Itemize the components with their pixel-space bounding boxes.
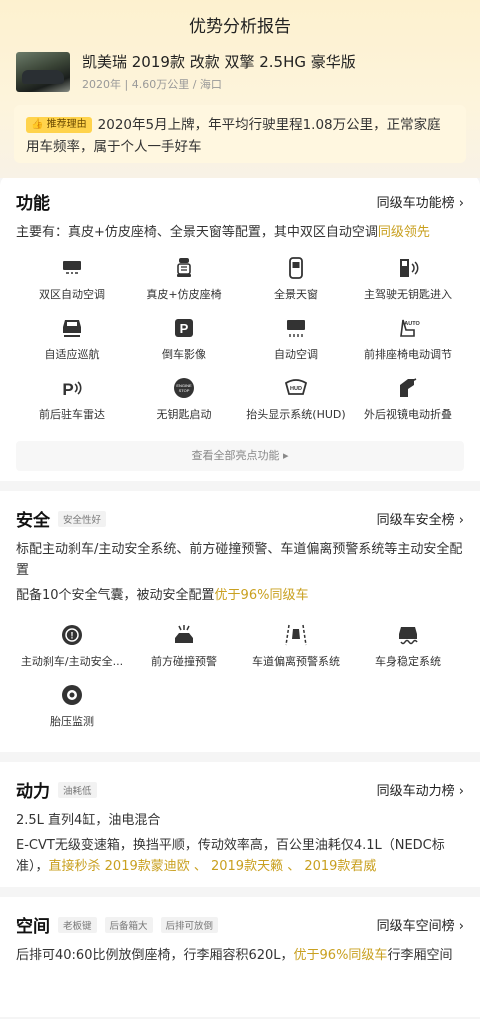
svg-text:AUTO: AUTO — [404, 321, 420, 327]
space-badge-3: 后排可放倒 — [160, 916, 219, 933]
safety-lane-departure[interactable]: 车道偏离预警系统 — [240, 622, 352, 682]
feature-adaptive-cruise[interactable]: 自适应巡航 — [16, 315, 128, 375]
feature-parking-radar[interactable]: P 前后驻车雷达 — [16, 375, 128, 435]
feature-keyless-entry[interactable]: 主驾驶无钥匙进入 — [352, 255, 464, 315]
power-title: 动力 — [16, 781, 50, 802]
safety-stability[interactable]: 车身稳定系统 — [352, 622, 464, 682]
space-section: 空间 老板键 后备箱大 后排可放倒 同级车空间榜 › 后排可40:60比例放倒座椅，行… — [0, 897, 480, 1017]
recommend-reason-tag: 👍 推荐理由 — [26, 117, 92, 133]
feature-seat[interactable]: 真皮+仿皮座椅 — [128, 255, 240, 315]
safety-brake[interactable]: ! 主动刹车/主动安全... — [16, 622, 128, 682]
auto-ac-icon — [283, 315, 309, 341]
lane-departure-icon — [283, 622, 309, 648]
svg-text:HUD: HUD — [290, 386, 302, 392]
svg-text:P: P — [180, 321, 189, 336]
mirror-fold-icon — [395, 375, 421, 401]
function-section: 功能 同级车功能榜 › 主要有：真皮+仿皮座椅、全景天窗等配置，其中双区自动空调… — [0, 174, 480, 481]
seat-icon — [171, 255, 197, 281]
view-all-features-button[interactable]: 查看全部亮点功能 ▸ — [16, 441, 464, 471]
space-badge-2: 后备箱大 — [104, 916, 153, 933]
power-desc-2: E-CVT无级变速箱，换挡平顺，传动效率高，百公里油耗仅4.1L（NEDC标准）… — [16, 838, 445, 874]
page-title: 优势分析报告 — [189, 17, 291, 37]
feature-auto-ac[interactable]: 自动空调 — [240, 315, 352, 375]
parking-radar-icon: P — [59, 375, 85, 401]
space-badge-1: 老板键 — [58, 916, 97, 933]
report-header: 优势分析报告 凯美瑞 2019款 改款 双擎 2.5HG 豪华版 2020年 |… — [0, 0, 480, 178]
safety-title: 安全 — [16, 510, 50, 531]
space-title: 空间 — [16, 916, 50, 937]
feature-hud[interactable]: HUD 抬头显示系统(HUD) — [240, 375, 352, 435]
collision-warning-icon — [171, 622, 197, 648]
car-name: 凯美瑞 2019款 改款 双擎 2.5HG 豪华版 — [82, 53, 356, 71]
svg-text:STOP: STOP — [179, 388, 190, 393]
power-rank-link[interactable]: 同级车动力榜 › — [377, 780, 464, 799]
safety-grid: ! 主动刹车/主动安全... 前方碰撞预警 车道偏离预警系统 车身稳定系统 胎压监… — [16, 622, 464, 742]
safety-tire-pressure[interactable]: 胎压监测 — [16, 682, 128, 742]
feature-sunroof[interactable]: 全景天窗 — [240, 255, 352, 315]
power-seat-icon: AUTO — [395, 315, 421, 341]
function-title: 功能 — [16, 193, 50, 214]
adaptive-cruise-icon — [59, 315, 85, 341]
safety-collision-warning[interactable]: 前方碰撞预警 — [128, 622, 240, 682]
stability-icon — [395, 622, 421, 648]
brake-icon: ! — [59, 622, 85, 648]
car-thumbnail[interactable] — [16, 52, 70, 92]
safety-badge: 安全性好 — [58, 510, 107, 527]
car-year: 2020年 — [82, 78, 121, 91]
recommend-reason: 👍 推荐理由 2020年5月上牌，年平均行驶里程1.08万公里，正常家庭用车频率，… — [14, 105, 466, 163]
function-desc: 主要有：真皮+仿皮座椅、全景天窗等配置，其中双区自动空调同级领先 — [16, 225, 430, 240]
feature-keyless-start[interactable]: ENGINE STOP 无钥匙启动 — [128, 375, 240, 435]
feature-dual-ac[interactable]: 双区自动空调 — [16, 255, 128, 315]
space-desc: 后排可40:60比例放倒座椅，行李厢容积620L，优于96%同级车行李厢空间 — [16, 948, 453, 963]
parking-camera-icon: P — [171, 315, 197, 341]
safety-desc-2: 配备10个安全气囊，被动安全配置优于96%同级车 — [16, 588, 309, 603]
function-rank-link[interactable]: 同级车功能榜 › — [377, 192, 464, 211]
tire-pressure-icon — [59, 682, 85, 708]
start-stop-icon: ENGINE STOP — [171, 375, 197, 401]
safety-section: 安全 安全性好 同级车安全榜 › 标配主动刹车/主动安全系统、前方碰撞预警、车道偏… — [0, 491, 480, 752]
svg-text:P: P — [62, 380, 73, 399]
hud-icon: HUD — [283, 375, 309, 401]
keyless-entry-icon — [395, 255, 421, 281]
power-desc-1: 2.5L 直列4缸，油电混合 — [16, 813, 161, 828]
car-city: 海口 — [199, 78, 222, 91]
dual-ac-icon — [59, 255, 85, 281]
safety-rank-link[interactable]: 同级车安全榜 › — [377, 509, 464, 528]
power-section: 动力 油耗低 同级车动力榜 › 2.5L 直列4缸，油电混合 E-CVT无级变速箱… — [0, 762, 480, 887]
function-grid: 双区自动空调 真皮+仿皮座椅 全景天窗 主驾驶无钥匙进入 自适应巡航 P 倒车影像… — [16, 255, 464, 435]
safety-desc-1: 标配主动刹车/主动安全系统、前方碰撞预警、车道偏离预警系统等主动安全配置 — [16, 542, 463, 578]
feature-parking-camera[interactable]: P 倒车影像 — [128, 315, 240, 375]
feature-power-seat[interactable]: AUTO 前排座椅电动调节 — [352, 315, 464, 375]
feature-mirror-fold[interactable]: 外后视镜电动折叠 — [352, 375, 464, 435]
sunroof-icon — [283, 255, 309, 281]
svg-text:!: ! — [71, 631, 74, 641]
power-competitor-links[interactable]: 直接秒杀 2019款蒙迪欧 、 2019款天籁 、 2019款君威 — [49, 859, 377, 874]
power-badge: 油耗低 — [58, 781, 97, 798]
car-meta: 2020年 | 4.60万公里 / 海口 — [82, 78, 222, 91]
space-rank-link[interactable]: 同级车空间榜 › — [377, 915, 464, 934]
car-summary: 凯美瑞 2019款 改款 双擎 2.5HG 豪华版 2020年 | 4.60万公… — [0, 52, 480, 92]
car-mileage: 4.60万公里 — [131, 78, 190, 91]
